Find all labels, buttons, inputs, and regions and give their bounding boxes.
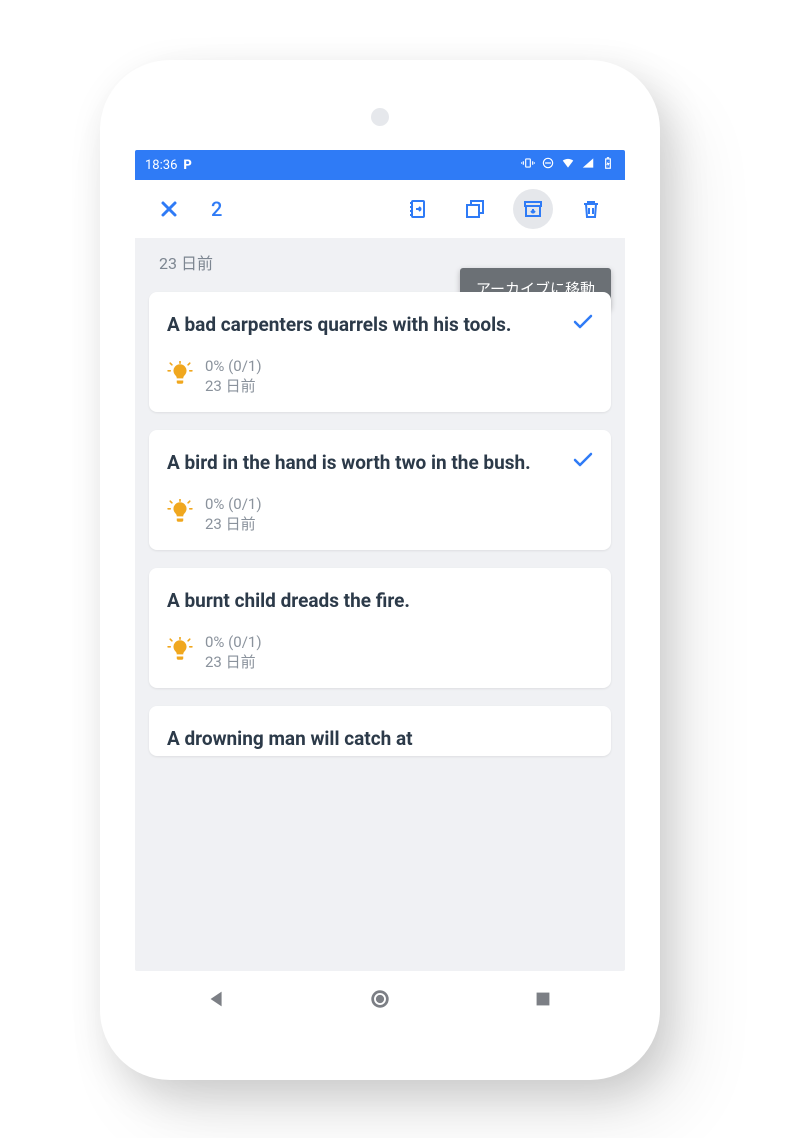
nav-back-button[interactable] xyxy=(193,975,241,1023)
wifi-icon xyxy=(561,156,575,174)
card-stats: 0% (0/1) 23 日前 xyxy=(205,356,262,397)
nav-home-button[interactable] xyxy=(356,975,404,1023)
list-item[interactable]: A drowning man will catch at xyxy=(149,706,611,756)
status-time: 18:36 xyxy=(145,158,177,173)
selection-action-bar: 2 xyxy=(135,180,625,238)
move-to-notebook-button[interactable] xyxy=(397,189,437,229)
card-title: A drowning man will catch at xyxy=(167,726,593,752)
battery-icon xyxy=(601,156,615,174)
system-nav-bar xyxy=(135,973,625,1025)
check-icon xyxy=(571,310,595,338)
signal-icon xyxy=(581,156,595,174)
card-stats: 0% (0/1) 23 日前 xyxy=(205,632,262,673)
screen: 18:36 P xyxy=(135,150,625,971)
archive-button[interactable] xyxy=(513,189,553,229)
card-title: A bad carpenters quarrels with his tools… xyxy=(167,312,593,338)
sort-row: 23 日前 アーカイブに移動 xyxy=(135,238,625,286)
card-stats: 0% (0/1) 23 日前 xyxy=(205,494,262,535)
list-item[interactable]: A burnt child dreads the fire. 0% (0/1) … xyxy=(149,568,611,688)
lightbulb-icon xyxy=(167,499,193,529)
lightbulb-icon xyxy=(167,637,193,667)
clear-selection-button[interactable] xyxy=(149,189,189,229)
phone-speaker xyxy=(371,108,389,126)
vibrate-icon xyxy=(521,156,535,174)
selection-count: 2 xyxy=(211,197,222,221)
status-p-badge: P xyxy=(183,158,191,173)
card-list: A bad carpenters quarrels with his tools… xyxy=(135,286,625,971)
check-icon xyxy=(571,448,595,476)
lightbulb-icon xyxy=(167,361,193,391)
card-title: A burnt child dreads the fire. xyxy=(167,588,593,614)
phone-frame: 18:36 P xyxy=(100,60,660,1080)
list-item[interactable]: A bird in the hand is worth two in the b… xyxy=(149,430,611,550)
list-item[interactable]: A bad carpenters quarrels with his tools… xyxy=(149,292,611,412)
status-bar: 18:36 P xyxy=(135,150,625,180)
dnd-icon xyxy=(541,156,555,174)
nav-recent-button[interactable] xyxy=(519,975,567,1023)
sort-label: 23 日前 xyxy=(159,250,213,274)
delete-button[interactable] xyxy=(571,189,611,229)
card-title: A bird in the hand is worth two in the b… xyxy=(167,450,593,476)
copy-button[interactable] xyxy=(455,189,495,229)
